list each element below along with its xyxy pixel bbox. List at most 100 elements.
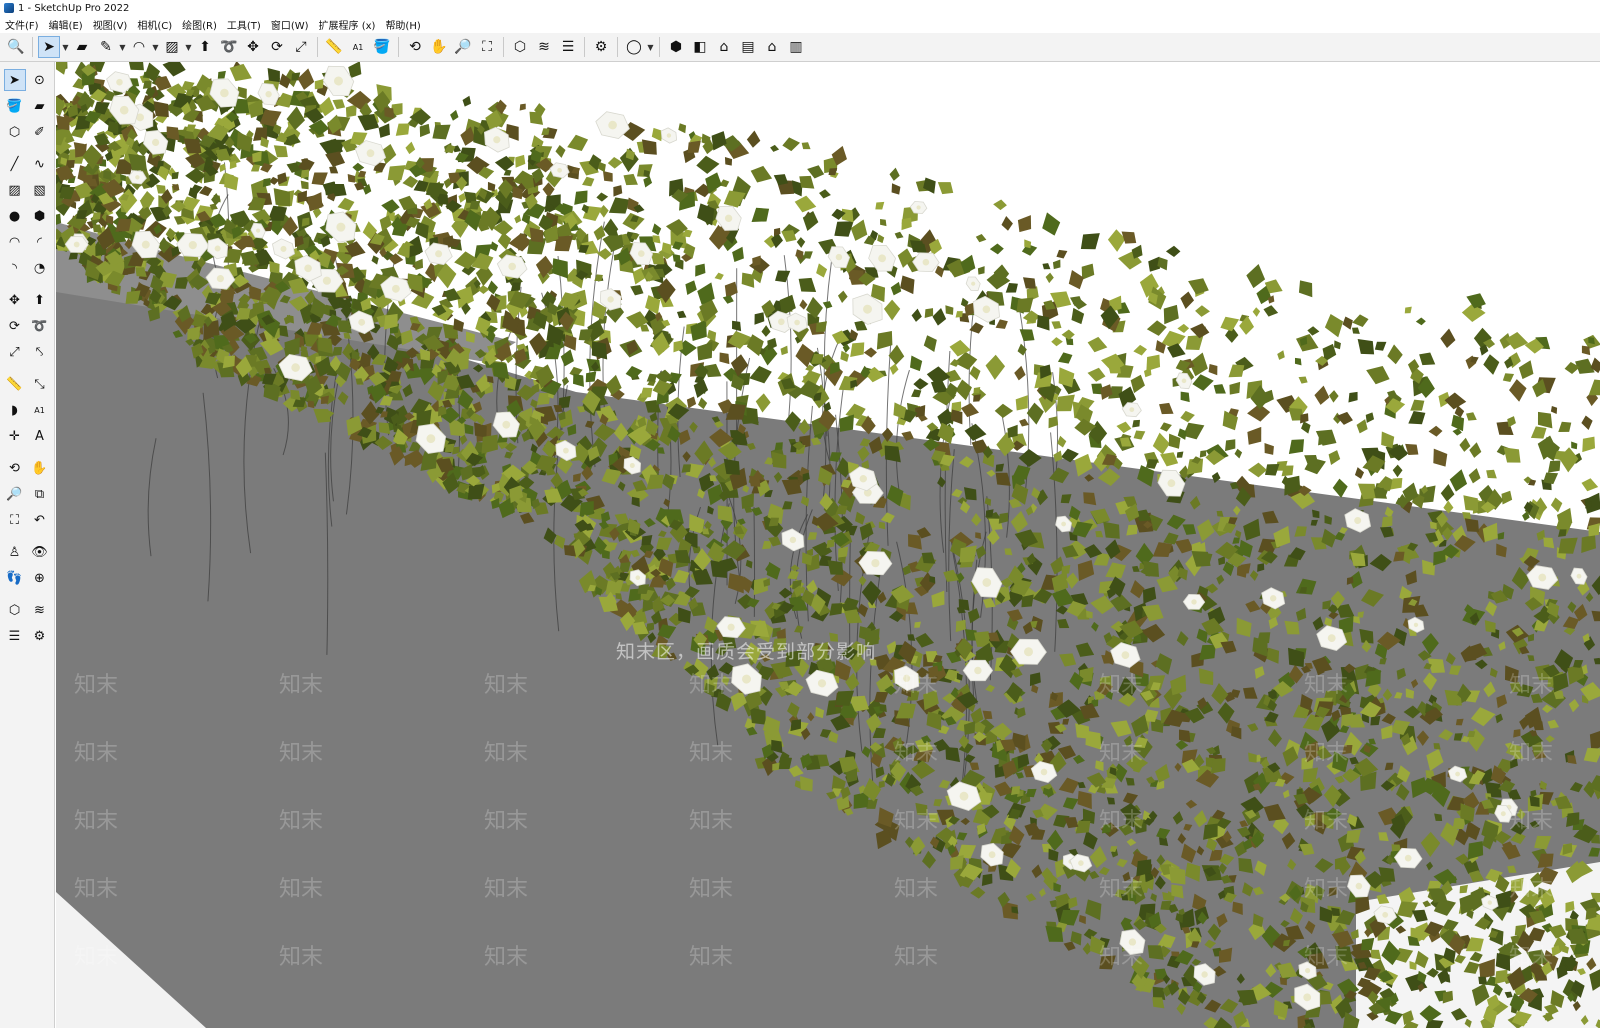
palette-button[interactable]: ≋ xyxy=(29,599,51,621)
palette-button[interactable]: ⬡ xyxy=(4,121,26,143)
palette-button[interactable]: ⬢ xyxy=(29,205,51,227)
palette-button[interactable]: ⊙ xyxy=(29,69,51,91)
toolbar-button[interactable]: ▤ xyxy=(737,36,759,58)
toolbar-button[interactable]: ✎ xyxy=(95,36,117,58)
palette-button[interactable]: 👣 xyxy=(4,567,26,589)
palette-button[interactable]: ⬡ xyxy=(4,599,26,621)
toolbar-button[interactable]: 🪣 xyxy=(371,36,393,58)
toolbar-button[interactable]: ⤢ xyxy=(290,36,312,58)
palette-button[interactable]: ⟳ xyxy=(4,315,26,337)
dropdown-arrow-icon[interactable]: ▼ xyxy=(151,43,160,52)
palette-button[interactable]: 🪣 xyxy=(4,95,26,117)
palette-button[interactable]: ⤡ xyxy=(29,373,51,395)
extension-warehouse-icon: ≋ xyxy=(34,602,45,618)
model-viewport[interactable]: 知末 知末 知末 知末 知末 知末 知末 知末 知末 知末 知末 知末 知末 知末 知末 知末 知末 知末 知末 知末… xyxy=(56,62,1600,1028)
toolbar-button[interactable]: ➤ xyxy=(38,36,60,58)
menu-item[interactable]: 帮助(H) xyxy=(380,17,425,32)
palette-button[interactable]: ✥ xyxy=(4,289,26,311)
palette-button[interactable]: ⚙ xyxy=(29,625,51,647)
toolbar-button[interactable]: ☰ xyxy=(557,36,579,58)
palette-button[interactable]: ✐ xyxy=(29,121,51,143)
palette-button[interactable]: ◝ xyxy=(4,257,26,279)
toolbar-button[interactable]: A1 xyxy=(347,36,369,58)
palette-button[interactable]: ▧ xyxy=(29,179,51,201)
palette-button[interactable]: ⧉ xyxy=(29,483,51,505)
palette-button[interactable]: 👁 xyxy=(29,541,51,563)
toolbar-button[interactable]: ⌂ xyxy=(761,36,783,58)
menu-item[interactable]: 绘图(R) xyxy=(177,17,222,32)
toolbar-button[interactable]: ▰ xyxy=(71,36,93,58)
toolbar-separator xyxy=(503,37,504,57)
palette-button[interactable]: ◗ xyxy=(4,399,26,421)
palette-button[interactable]: ⬆ xyxy=(29,289,51,311)
toolbar-button[interactable]: ⟲ xyxy=(404,36,426,58)
palette-button[interactable]: ◜ xyxy=(29,231,51,253)
palette-button[interactable]: ➤ xyxy=(3,69,26,91)
toolbar-button[interactable]: ⚙ xyxy=(590,36,612,58)
watermark-tile: 知末 xyxy=(484,945,529,970)
palette-button[interactable]: 🔎 xyxy=(4,483,26,505)
palette-button[interactable]: ▰ xyxy=(29,95,51,117)
look-around-icon: 👁 xyxy=(31,544,48,560)
dropdown-arrow-icon[interactable]: ▼ xyxy=(118,43,127,52)
toolbar-button[interactable]: ⬢ xyxy=(665,36,687,58)
toolbar-button[interactable]: ◧ xyxy=(689,36,711,58)
palette-button[interactable]: ↶ xyxy=(29,509,51,531)
dropdown-arrow-icon[interactable]: ▼ xyxy=(61,43,70,52)
toolbar-button[interactable]: ⬡ xyxy=(509,36,531,58)
menu-item[interactable]: 扩展程序 (x) xyxy=(314,17,381,32)
palette-button[interactable]: ⟲ xyxy=(4,457,26,479)
toolbar-button[interactable]: ◠ xyxy=(128,36,150,58)
palette-button[interactable]: ⛶ xyxy=(4,509,26,531)
toolbar-button[interactable]: ⛶ xyxy=(476,36,498,58)
palette-button[interactable]: ◔ xyxy=(29,257,51,279)
arc-icon: ◠ xyxy=(132,39,146,55)
palette-button[interactable]: ⤢ xyxy=(4,341,26,363)
main-toolbar: 🔍 ➤ ▼ ▰ ✎ ▼ ◠ ▼ ▨ ▼ ⬆ ➰ ✥ ⟳ ⤢ 📏 A1 🪣 ⟲ ✋ 🔎 ⛶ ⬡ ≋ ☰ ⚙ ◯ ▼ ⬢ ◧ ⌂ ▤ ⌂ ▥ xyxy=(0,33,1600,62)
menu-item[interactable]: 窗口(W) xyxy=(266,17,314,32)
palette-button[interactable]: ☰ xyxy=(4,625,26,647)
back-view-icon: ⌂ xyxy=(767,39,777,55)
palette-button[interactable]: ➰ xyxy=(29,315,51,337)
dropdown-arrow-icon[interactable]: ▼ xyxy=(646,43,655,52)
menu-item[interactable]: 文件(F) xyxy=(0,17,44,32)
toolbar-button[interactable]: ◯ xyxy=(623,36,645,58)
toolbar-button[interactable]: 🔍 xyxy=(5,36,27,58)
menu-item[interactable]: 相机(C) xyxy=(132,17,177,32)
palette-button[interactable]: ● xyxy=(4,205,26,227)
dropdown-arrow-icon[interactable]: ▼ xyxy=(184,43,193,52)
palette-button[interactable]: ✋ xyxy=(29,457,51,479)
warehouse-icon: ⬡ xyxy=(513,39,527,55)
arc-icon: ◠ xyxy=(8,234,21,250)
palette-button[interactable]: ▨ xyxy=(4,179,26,201)
palette-button[interactable]: ✛ xyxy=(4,425,26,447)
toolbar-button[interactable]: ▨ xyxy=(161,36,183,58)
scale-icon: ⤢ xyxy=(295,39,307,55)
menu-item[interactable]: 工具(T) xyxy=(222,17,266,32)
palette-button[interactable]: A xyxy=(29,425,51,447)
watermark-tile: 知末 xyxy=(1304,673,1349,698)
toolbar-button[interactable]: ⌂ xyxy=(713,36,735,58)
palette-button[interactable]: ∿ xyxy=(29,153,51,175)
toolbar-button[interactable]: ⟳ xyxy=(266,36,288,58)
menu-item[interactable]: 视图(V) xyxy=(88,17,133,32)
palette-button[interactable]: ⤣ xyxy=(29,341,51,363)
palette-button[interactable]: 📏 xyxy=(4,373,26,395)
palette-button[interactable]: ⊕ xyxy=(29,567,51,589)
toolbar-button[interactable]: 📏 xyxy=(323,36,345,58)
toolbar-button[interactable]: ▥ xyxy=(785,36,807,58)
toolbar-button[interactable]: 🔎 xyxy=(452,36,474,58)
watermark-tile: 知末 xyxy=(1304,741,1349,766)
palette-button[interactable]: ╱ xyxy=(4,153,26,175)
palette-button[interactable]: A1 xyxy=(29,399,51,421)
toolbar-button[interactable]: ✋ xyxy=(428,36,450,58)
toolbar-button[interactable]: ➰ xyxy=(218,36,240,58)
toolbar-button[interactable]: ✥ xyxy=(242,36,264,58)
menu-item[interactable]: 编辑(E) xyxy=(44,17,88,32)
palette-row: ⛶ ↶ xyxy=(0,507,54,533)
palette-button[interactable]: ◠ xyxy=(4,231,26,253)
axes-icon: ✛ xyxy=(9,428,20,444)
palette-button[interactable]: ♙ xyxy=(4,541,26,563)
toolbar-button[interactable]: ⬆ xyxy=(194,36,216,58)
toolbar-button[interactable]: ≋ xyxy=(533,36,555,58)
